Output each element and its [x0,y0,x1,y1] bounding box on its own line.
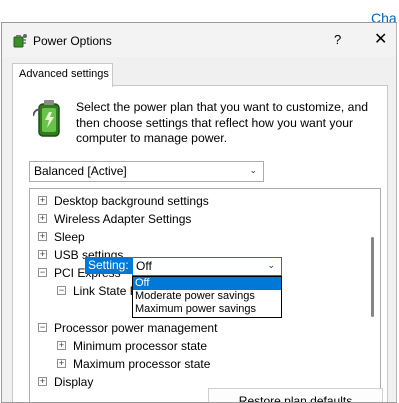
dropdown-option-moderate[interactable]: Moderate power savings [133,290,281,303]
restore-plan-defaults-button[interactable]: Restore plan defaults [208,388,383,402]
dropdown-option-off[interactable]: Off [133,277,281,290]
power-options-icon [13,34,27,48]
power-plan-select[interactable]: Balanced [Active] ⌄ [29,161,264,182]
expand-icon[interactable]: + [38,250,47,259]
collapse-icon[interactable]: − [38,323,47,332]
expand-icon[interactable]: + [57,359,66,368]
scrollbar-thumb[interactable] [371,237,374,317]
expand-icon[interactable]: + [57,341,66,350]
chevron-down-icon: ⌄ [267,260,275,270]
advanced-settings-panel: Select the power plan that you want to c… [12,85,388,402]
expand-icon[interactable]: + [38,196,47,205]
dropdown-option-maximum[interactable]: Maximum power savings [133,303,281,316]
collapse-icon[interactable]: − [57,286,66,295]
power-plan-value: Balanced [Active] [34,164,127,178]
description-text: Select the power plan that you want to c… [76,100,368,145]
expand-icon[interactable]: + [38,232,47,241]
expand-icon[interactable]: + [38,214,47,223]
window-title: Power Options [33,34,112,48]
help-button[interactable]: ? [334,32,341,47]
collapse-icon[interactable]: − [38,268,47,277]
power-options-dialog: Power Options ? ✕ Advanced settings Sele… [1,22,397,403]
setting-dropdown-list: Off Moderate power savings Maximum power… [132,276,282,318]
setting-value: Off [136,259,152,273]
expand-icon[interactable]: + [38,377,47,386]
tree-scrollbar[interactable] [363,189,380,402]
chevron-down-icon: ⌄ [249,165,257,175]
battery-plug-icon [33,100,60,137]
setting-value-select[interactable]: Off ⌄ [132,257,282,276]
close-button[interactable]: ✕ [374,29,387,49]
title-bar: Power Options ? ✕ [2,23,396,57]
setting-label: Setting: [85,257,132,274]
tab-advanced-settings[interactable]: Advanced settings [12,63,113,87]
